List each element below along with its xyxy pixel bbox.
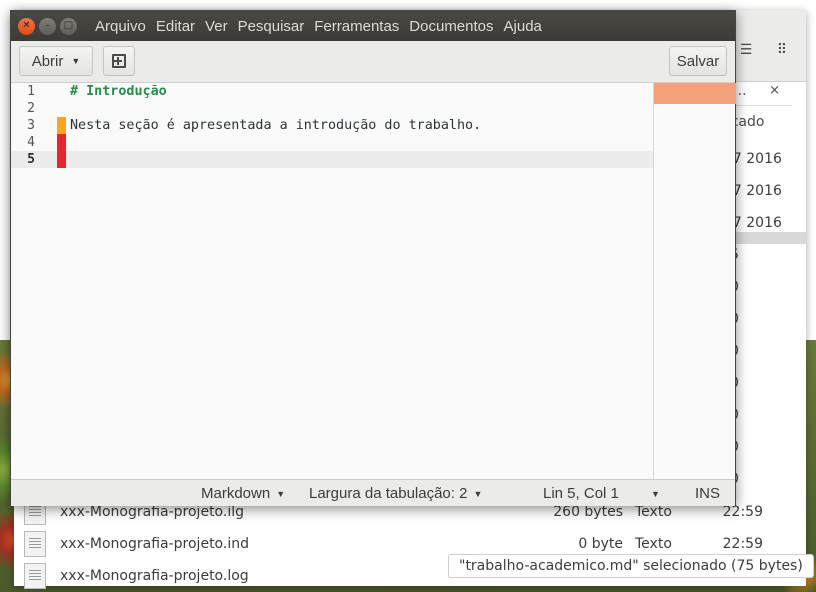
change-marker: [57, 117, 66, 134]
line-number: 5: [27, 152, 35, 167]
close-tab-icon[interactable]: ×: [769, 83, 780, 98]
window-controls: ✕ – □: [18, 17, 90, 35]
line-text: Nesta seção é apresentada a introdução d…: [70, 118, 482, 133]
menu-ver[interactable]: Ver: [200, 11, 233, 41]
chevron-down-icon: ▼: [473, 488, 483, 499]
file-name: xxx-Monografia-projeto.ind: [60, 536, 249, 552]
new-document-icon: [112, 54, 126, 68]
insert-mode-indicator[interactable]: INS: [695, 480, 720, 507]
open-button-label: Abrir: [31, 52, 64, 70]
text-file-icon: [24, 563, 46, 589]
list-view-icon[interactable]: ☰: [732, 36, 760, 64]
line-text: # Introdução: [70, 84, 167, 99]
file-time: 22:59: [722, 536, 763, 552]
menu-ferramentas[interactable]: Ferramentas: [309, 11, 404, 41]
file-type: Texto: [635, 504, 672, 520]
chevron-down-icon: ▼: [71, 56, 81, 66]
menu-ajuda[interactable]: Ajuda: [499, 11, 547, 41]
file-name: xxx-Monografia-projeto.log: [60, 568, 249, 584]
menu-documentos[interactable]: Documentos: [404, 11, 498, 41]
menu-arquivo[interactable]: Arquivo: [90, 11, 151, 41]
menu-editar[interactable]: Editar: [151, 11, 200, 41]
save-button-label: Salvar: [676, 52, 720, 70]
change-marker: [57, 151, 66, 168]
line-number: 3: [27, 118, 35, 133]
tab-width-label: Largura da tabulação: 2: [309, 485, 468, 502]
menu-pesquisar[interactable]: Pesquisar: [233, 11, 310, 41]
save-button[interactable]: Salvar: [669, 46, 727, 76]
text-line[interactable]: 3 Nesta seção é apresentada a introdução…: [11, 117, 653, 134]
grid-view-icon[interactable]: ⠿: [768, 36, 796, 64]
chevron-down-icon[interactable]: ▼: [651, 480, 660, 507]
text-line[interactable]: 4: [11, 134, 653, 151]
line-number: 4: [27, 135, 35, 150]
change-marker: [57, 83, 66, 100]
change-marker: [57, 134, 66, 151]
line-number: 2: [27, 101, 35, 116]
change-marker: [57, 100, 66, 117]
language-label: Markdown: [201, 485, 271, 502]
text-editing-area[interactable]: 1 # Introdução 2 3 Nesta seção é apresen…: [11, 83, 653, 479]
document-minimap[interactable]: [653, 83, 736, 479]
minimap-viewport[interactable]: [654, 83, 736, 104]
text-line[interactable]: 1 # Introdução: [11, 83, 653, 100]
maximize-window-icon[interactable]: □: [60, 17, 77, 35]
close-window-icon[interactable]: ✕: [18, 17, 35, 35]
line-number: 1: [27, 84, 35, 99]
tab-width-selector[interactable]: Largura da tabulação: 2 ▼: [309, 480, 482, 507]
status-bar: Markdown ▼ Largura da tabulação: 2 ▼ Lin…: [11, 479, 735, 506]
language-selector[interactable]: Markdown ▼: [201, 480, 285, 507]
new-document-button[interactable]: [103, 46, 135, 76]
text-file-icon: [24, 531, 46, 557]
chevron-down-icon: ▼: [276, 488, 286, 499]
minimize-window-icon[interactable]: –: [39, 17, 56, 35]
insert-mode-label: INS: [695, 485, 721, 502]
file-size: 0 byte: [578, 536, 623, 552]
open-button[interactable]: Abrir ▼: [19, 46, 93, 76]
cursor-position[interactable]: Lin 5, Col 1: [543, 480, 619, 507]
menu-bar: Arquivo Editar Ver Pesquisar Ferramentas…: [90, 11, 547, 41]
cursor-position-label: Lin 5, Col 1: [543, 485, 619, 502]
file-type: Texto: [635, 536, 672, 552]
text-editor-window: ✕ – □ Arquivo Editar Ver Pesquisar Ferra…: [10, 10, 736, 506]
selection-status: "trabalho-academico.md" selecionado (75 …: [448, 554, 814, 578]
text-line[interactable]: 2: [11, 100, 653, 117]
text-line[interactable]: 5: [11, 151, 653, 168]
title-bar[interactable]: ✕ – □ Arquivo Editar Ver Pesquisar Ferra…: [11, 11, 735, 41]
toolbar: Abrir ▼ Salvar: [11, 41, 735, 83]
